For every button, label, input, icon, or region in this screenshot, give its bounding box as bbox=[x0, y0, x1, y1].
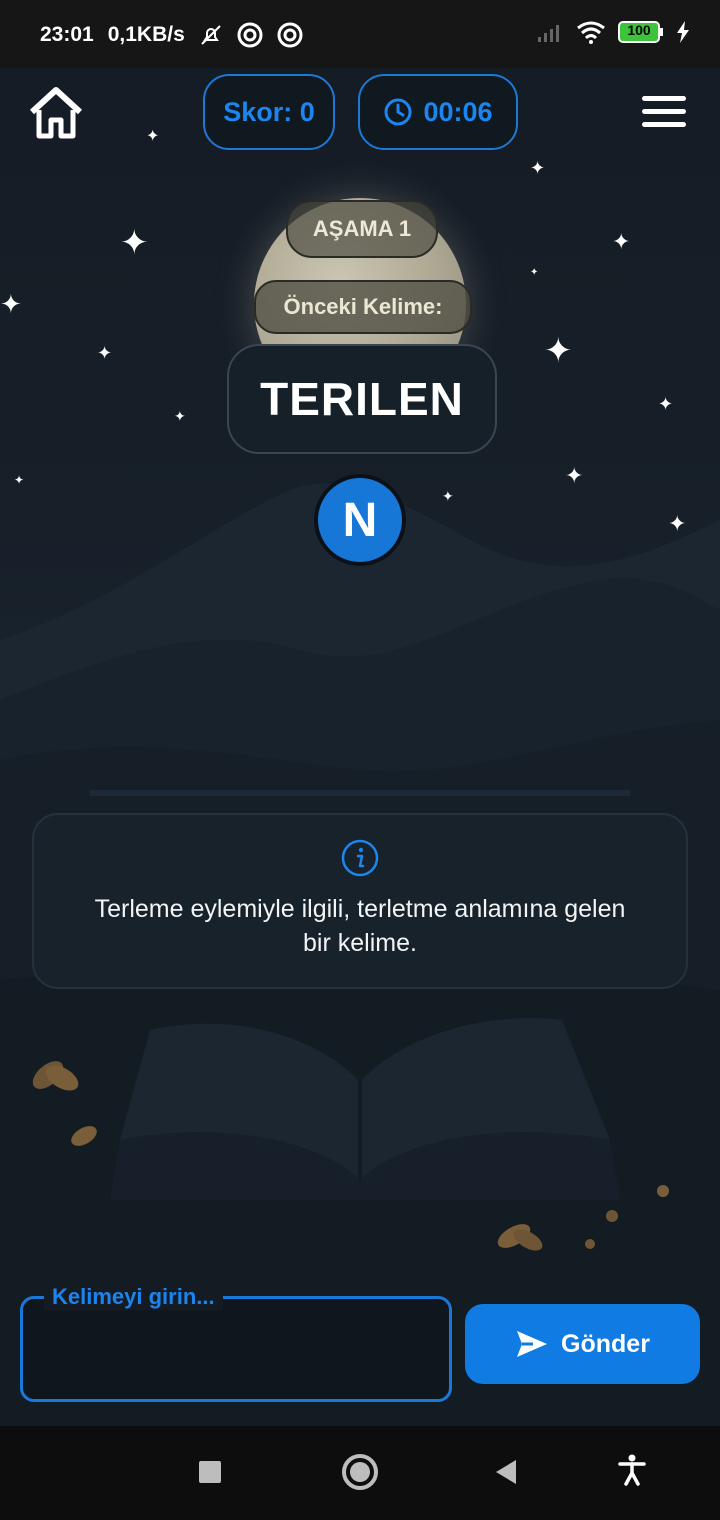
home-circle-icon bbox=[342, 1454, 378, 1490]
star-decoration: ✦ bbox=[0, 290, 22, 320]
star-decoration: ✦ bbox=[612, 230, 631, 255]
info-icon bbox=[341, 839, 379, 877]
timer-value: 00:06 bbox=[423, 96, 493, 127]
star-decoration: ✦ bbox=[146, 126, 160, 145]
star-decoration: ✦ bbox=[120, 223, 149, 263]
score-display: Skor: 0 bbox=[203, 74, 335, 150]
hint-text: Terleme eylemiyle ilgili, terletme anlam… bbox=[60, 892, 660, 960]
hint-text-line: Terleme eylemiyle ilgili, terletme anlam… bbox=[94, 895, 626, 923]
send-icon bbox=[517, 1331, 548, 1357]
next-letter: N bbox=[342, 493, 378, 547]
accessibility-icon bbox=[618, 1454, 646, 1486]
menu-button[interactable] bbox=[642, 96, 686, 130]
previous-word-box: TERILEN bbox=[227, 344, 497, 454]
home-icon bbox=[29, 87, 83, 139]
game-screen: ✦ ✦ ✦ ✦ ✦ ✦ ✦ ✦ ✦ ✦ ✦ ✦ ✦ ✦ 23:01 0,1KB/… bbox=[0, 0, 720, 1520]
previous-word-label: Önceki Kelime: bbox=[283, 294, 443, 319]
stage-label: AŞAMA 1 bbox=[312, 216, 412, 241]
charging-icon bbox=[676, 21, 690, 43]
status-time: 23:01 bbox=[40, 23, 94, 46]
status-bar: 23:01 0,1KB/s 100 bbox=[0, 0, 720, 68]
battery-icon: 100 bbox=[618, 21, 664, 43]
home-button[interactable] bbox=[28, 84, 84, 140]
star-decoration: ✦ bbox=[544, 331, 573, 371]
word-input[interactable] bbox=[20, 1296, 452, 1402]
score-label: Skor: 0 bbox=[223, 96, 315, 127]
stage-badge: AŞAMA 1 bbox=[286, 200, 438, 258]
hint-text-line: bir kelime. bbox=[303, 929, 417, 957]
next-letter-badge: N bbox=[314, 474, 406, 566]
back-button[interactable] bbox=[494, 1459, 518, 1489]
back-icon bbox=[496, 1460, 516, 1484]
star-decoration: ✦ bbox=[530, 158, 546, 179]
system-home-button[interactable] bbox=[341, 1453, 379, 1495]
wifi-icon bbox=[576, 20, 606, 44]
star-decoration: ✦ bbox=[97, 343, 113, 364]
recents-icon bbox=[199, 1461, 221, 1483]
network-speed: 0,1KB/s bbox=[107, 23, 185, 46]
recents-button[interactable] bbox=[199, 1461, 221, 1487]
word-input-label: Kelimeyi girin... bbox=[44, 1284, 223, 1310]
mute-bell-icon bbox=[199, 23, 223, 47]
previous-word-label-pill: Önceki Kelime: bbox=[254, 280, 472, 334]
timer-display: 00:06 bbox=[358, 74, 518, 150]
battery-level: 100 bbox=[627, 22, 651, 38]
clock-icon bbox=[384, 98, 412, 126]
send-button[interactable]: Gönder bbox=[465, 1304, 700, 1384]
accessibility-button[interactable] bbox=[618, 1454, 646, 1490]
star-decoration: ✦ bbox=[174, 409, 186, 425]
star-decoration: ✦ bbox=[530, 267, 539, 278]
signal-icon bbox=[536, 21, 564, 43]
app-notification-icon bbox=[277, 22, 303, 48]
star-decoration: ✦ bbox=[658, 394, 674, 415]
send-button-label: Gönder bbox=[561, 1329, 650, 1358]
app-notification-icon bbox=[237, 22, 263, 48]
previous-word: TERILEN bbox=[260, 373, 464, 425]
hamburger-icon bbox=[642, 96, 686, 101]
